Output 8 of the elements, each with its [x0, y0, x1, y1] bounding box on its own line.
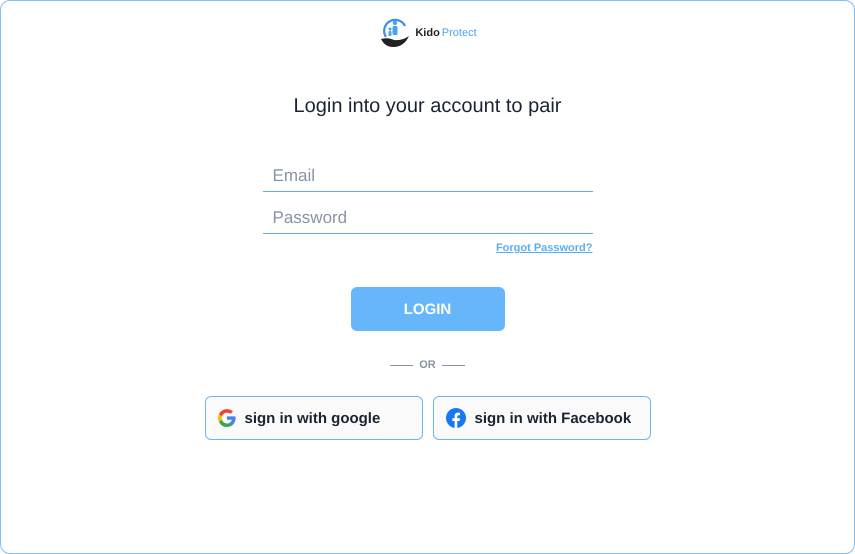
google-icon — [218, 409, 236, 427]
logo-text: Protect — [442, 27, 477, 39]
social-login-button[interactable]: sign in with google — [204, 396, 422, 440]
divider-text: OR — [419, 359, 436, 371]
facebook-icon — [446, 408, 466, 428]
logo-text: Kido — [415, 27, 440, 39]
page-heading: Login into your account to pair — [294, 95, 562, 118]
social-login-button[interactable]: sign in with Facebook — [432, 396, 650, 440]
